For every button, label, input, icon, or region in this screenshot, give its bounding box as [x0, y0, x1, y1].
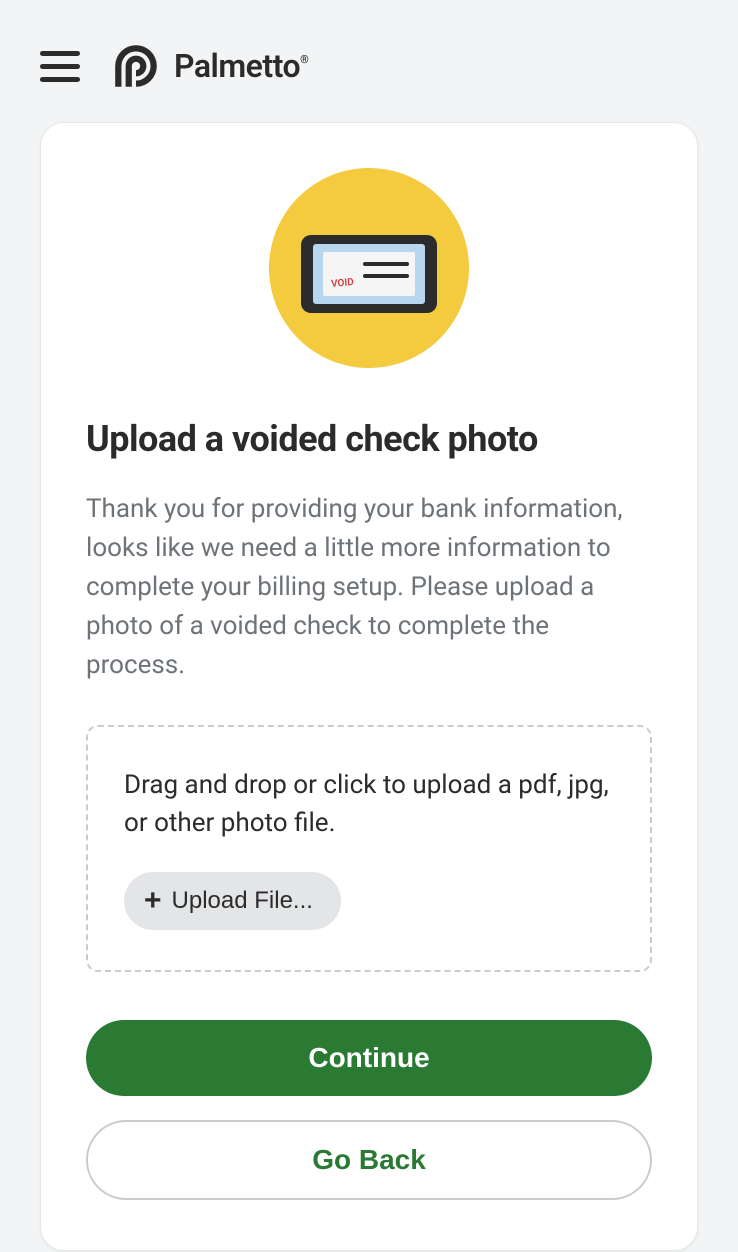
- go-back-button[interactable]: Go Back: [86, 1120, 652, 1200]
- upload-button-label: Upload File...: [172, 887, 313, 915]
- hamburger-icon-line: [40, 64, 80, 69]
- app-header: Palmetto®: [0, 0, 738, 122]
- action-buttons: Continue Go Back: [86, 1020, 652, 1200]
- palmetto-logo-icon: [110, 40, 162, 92]
- brand-logo[interactable]: Palmetto®: [110, 40, 308, 92]
- plus-icon: +: [144, 886, 162, 916]
- upload-file-button[interactable]: + Upload File...: [124, 872, 341, 930]
- page-description: Thank you for providing your bank inform…: [86, 490, 652, 685]
- illustration-container: VOID: [86, 168, 652, 368]
- menu-button[interactable]: [40, 51, 80, 82]
- page-title: Upload a voided check photo: [86, 418, 652, 460]
- upload-card: VOID Upload a voided check photo Thank y…: [40, 122, 698, 1251]
- brand-name: Palmetto®: [174, 47, 308, 85]
- continue-button[interactable]: Continue: [86, 1020, 652, 1096]
- dropzone-instruction: Drag and drop or click to upload a pdf, …: [124, 767, 614, 842]
- hamburger-icon-line: [40, 51, 80, 56]
- hamburger-icon-line: [40, 77, 80, 82]
- svg-text:VOID: VOID: [331, 277, 355, 290]
- file-dropzone[interactable]: Drag and drop or click to upload a pdf, …: [86, 725, 652, 972]
- voided-check-illustration-icon: VOID: [269, 168, 469, 368]
